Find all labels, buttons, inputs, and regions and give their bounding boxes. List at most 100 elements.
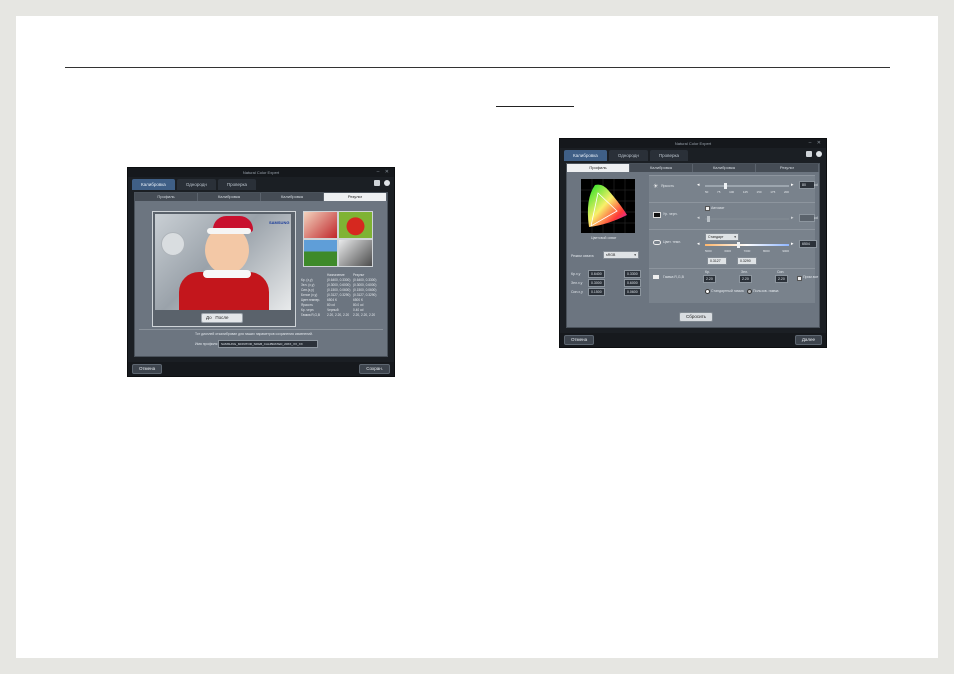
profile-name-input[interactable]: SAMSUNG_MONITOR_SRGB_CALIBRATED_20XX_XX_…	[218, 340, 318, 348]
brightness-slider[interactable]	[705, 183, 789, 189]
white-y-input[interactable]: 0.3290	[737, 257, 757, 265]
radio-standard[interactable]	[705, 289, 710, 294]
window-titlebar: Natural Color Expert	[128, 168, 394, 177]
info-icon[interactable]	[816, 151, 822, 157]
step-calibration-1[interactable]: Калибровка	[630, 164, 693, 172]
radio-custom[interactable]	[747, 289, 752, 294]
gamma-icon	[653, 275, 659, 279]
spectral-locus	[587, 184, 627, 227]
radio-custom-label: Пользов. гамма	[753, 289, 779, 293]
cancel-button[interactable]: Отмена	[564, 335, 595, 345]
gamut-chart	[581, 179, 635, 233]
thumbnail-apple[interactable]	[338, 211, 373, 239]
hat-brim	[207, 228, 251, 234]
green-x-input[interactable]: 0.3000	[588, 279, 605, 287]
left-screenshot-window: Natural Color Expert – ✕ Калибровка Одно…	[127, 167, 395, 377]
tab-uniformity[interactable]: Однородн	[176, 179, 216, 190]
chevron-left-icon[interactable]: ◂	[697, 182, 700, 188]
step-calibration-2[interactable]: Калибровка	[261, 193, 324, 201]
brightness-slider-knob[interactable]	[724, 183, 727, 189]
color-temp-section: Цвет. темп. Стандарт ▾ ◂ ▸ 6504 5000 6000…	[649, 229, 817, 268]
tab-verify[interactable]: Проверка	[217, 179, 257, 190]
window-titlebar: Natural Color Expert	[560, 139, 826, 148]
bottom-bar: Отмена Далее	[560, 333, 826, 347]
preview-area: SAMSUNG До После	[152, 211, 296, 327]
color-temp-slider[interactable]	[705, 242, 789, 248]
window-controls[interactable]: – ✕	[809, 139, 823, 148]
red-x-input[interactable]: 0.6400	[588, 270, 605, 278]
blue-x-input[interactable]: 0.1500	[588, 288, 605, 296]
color-temp-input[interactable]: 6504	[799, 240, 817, 248]
gamma-red-input[interactable]: 2.20	[703, 275, 716, 283]
tab-verify[interactable]: Проверка	[649, 150, 689, 161]
top-icons	[374, 180, 390, 186]
gamma-section: Гамма R,G,B Кр. Зел. Син. 2.20 2.20 2.20…	[649, 268, 818, 303]
auto-checkbox[interactable]	[705, 206, 710, 211]
white-x-input[interactable]: 0.3127	[707, 257, 727, 265]
window-title: Natural Color Expert	[242, 170, 280, 175]
before-after-toggle[interactable]: До После	[201, 313, 243, 323]
chevron-right-icon[interactable]: ▸	[791, 241, 794, 247]
temp-mode-select[interactable]: Стандарт ▾	[705, 233, 739, 241]
tab-calibration[interactable]: Калибровка	[564, 150, 607, 161]
blue-y-input[interactable]: 0.0600	[624, 288, 641, 296]
gamma-channel-red: Кр.	[705, 270, 710, 274]
save-button[interactable]: Сохран.	[359, 364, 390, 374]
colorspace-select[interactable]: sRGB ▾	[603, 251, 639, 259]
step-bar: Профиль Калибровка Калибровка Результ	[135, 193, 387, 201]
gamma-green-input[interactable]: 2.20	[739, 275, 752, 283]
brightness-unit: cd	[814, 183, 818, 187]
result-panel: Профиль Калибровка Калибровка Результ SA…	[134, 192, 388, 357]
window-title: Natural Color Expert	[674, 141, 712, 146]
black-level-slider-knob[interactable]	[707, 216, 710, 222]
link-checkbox[interactable]	[797, 276, 802, 281]
brightness-ticks: 50 75 100 125 150 175 200	[705, 190, 789, 194]
color-temp-slider-knob[interactable]	[737, 242, 740, 248]
step-profile[interactable]: Профиль	[135, 193, 198, 201]
brightness-input[interactable]: 80	[799, 181, 815, 189]
thumbnail-tree[interactable]	[303, 239, 338, 267]
tab-uniformity[interactable]: Однородн	[608, 150, 648, 161]
black-level-slider[interactable]	[705, 216, 789, 222]
gear-icon[interactable]	[374, 180, 380, 186]
green-y-input[interactable]: 0.6000	[624, 279, 641, 287]
thumbnail-grid	[303, 211, 373, 267]
cancel-button[interactable]: Отмена	[132, 364, 163, 374]
header-rule	[65, 67, 890, 68]
window-controls[interactable]: – ✕	[377, 168, 391, 177]
brightness-section: ☀ Яркость ◂ ▸ 80 cd 50 75 100 125 150 175 200	[649, 175, 818, 202]
red-y-input[interactable]: 0.3300	[624, 270, 641, 278]
step-bar: Профиль Калибровка Калибровка Результ	[567, 164, 819, 172]
gamma-label: Гамма R,G,B	[663, 275, 684, 279]
gear-icon[interactable]	[806, 151, 812, 157]
info-icon[interactable]	[384, 180, 390, 186]
message-separator	[139, 329, 383, 330]
gamma-channel-blue: Син.	[777, 270, 785, 274]
thumbnail-baby[interactable]	[303, 211, 338, 239]
step-result[interactable]: Результ	[756, 164, 819, 172]
outfit-collar	[203, 270, 251, 278]
color-temp-label: Цвет. темп.	[663, 240, 682, 244]
profile-label: Имя профиля	[195, 342, 218, 346]
chevron-right-icon[interactable]: ▸	[791, 215, 794, 221]
step-calibration-1[interactable]: Калибровка	[198, 193, 261, 201]
black-level-input[interactable]	[799, 214, 815, 222]
gamma-blue-input[interactable]: 2.20	[775, 275, 788, 283]
calibration-panel: Профиль Калибровка Калибровка Результ Цв…	[566, 163, 820, 328]
chevron-left-icon[interactable]: ◂	[697, 215, 700, 221]
chevron-left-icon[interactable]: ◂	[697, 241, 700, 247]
chevron-right-icon[interactable]: ▸	[791, 182, 794, 188]
reset-button[interactable]: Сбросить	[679, 312, 714, 322]
next-button[interactable]: Далее	[794, 335, 822, 345]
step-profile[interactable]: Профиль	[567, 164, 630, 172]
after-label: После	[215, 315, 229, 320]
step-result[interactable]: Результ	[324, 193, 387, 201]
tab-calibration[interactable]: Калибровка	[132, 179, 175, 190]
ornament-ball	[161, 232, 185, 256]
temp-ticks: 5000 6000 7000 8000 9000	[705, 249, 789, 253]
step-calibration-2[interactable]: Калибровка	[693, 164, 756, 172]
before-label: До	[206, 315, 212, 320]
coord-label: Зел.x,y	[571, 281, 583, 285]
coord-label: Син.x,y	[571, 290, 583, 294]
thumbnail-people[interactable]	[338, 239, 373, 267]
